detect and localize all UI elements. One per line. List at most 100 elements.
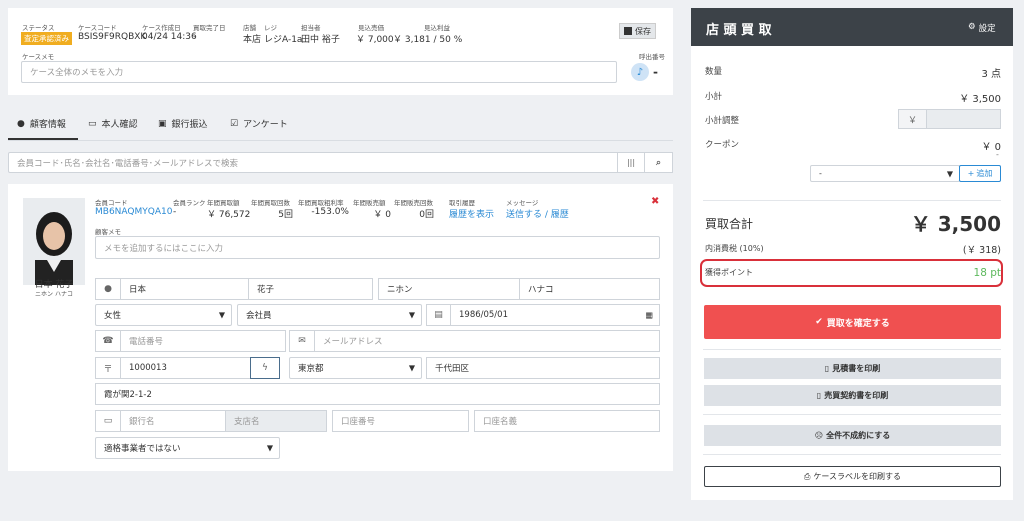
tax-label: 内消費税 (10%) <box>705 244 764 253</box>
message-link[interactable]: 送信する / 履歴 <box>506 207 569 220</box>
adjust-label: 小計調整 <box>705 116 740 126</box>
status-badge: 査定承認済み <box>21 32 72 45</box>
search-placeholder: 会員コード･氏名･会社名･電話番号･メールアドレスで検索 <box>17 158 239 169</box>
print-case-label-button[interactable]: ⎙ ケースラベルを印刷する <box>704 466 1001 487</box>
points-value: 18 pt <box>973 267 1001 279</box>
fail-all-button[interactable]: ☹ 全件不成約にする <box>704 425 1001 446</box>
register-panel: 店 頭 買 取 ⚙ 設定 数量 3 点 小計 ￥ 3,500 小計調整 ￥ クーポ… <box>691 8 1013 500</box>
fail-all-label: 全件不成約にする <box>826 431 891 440</box>
birthday-input[interactable]: 1986/05/01 ▦ <box>450 304 660 326</box>
last-kana-input[interactable]: ニホン <box>378 278 520 300</box>
member-type-value: 会社員 <box>246 311 272 321</box>
sales-amount-value: ￥ 0 <box>373 210 391 220</box>
profit-est-value: ￥ 3,181 / 50 % <box>393 35 463 45</box>
last-kana-value: ニホン <box>387 285 413 295</box>
print-estimate-button[interactable]: ▯ 見積書を印刷 <box>704 358 1001 379</box>
rank-value: - <box>173 207 177 217</box>
divider <box>703 454 1001 455</box>
first-name-value: 花子 <box>257 285 275 295</box>
customer-memo-input[interactable]: メモを追加するにはここに入力 <box>95 236 660 259</box>
case-memo-input[interactable]: ケース全体のメモを入力 <box>21 61 617 83</box>
bank-name-input[interactable]: 銀行名 <box>120 410 226 432</box>
coupon-dash: - <box>996 150 999 159</box>
tab-divider <box>8 140 673 141</box>
store-value: 本店 <box>243 35 262 45</box>
address-value: 霞が関2-1-2 <box>104 390 152 400</box>
postal-code-input[interactable]: 1000013 <box>120 357 251 379</box>
tax-value: (￥ 318) <box>962 245 1001 256</box>
checklist-icon: ☑ <box>230 118 239 129</box>
member-code-link[interactable]: MB6NAQMYQA10 <box>95 207 172 217</box>
profit-est-label: 見込利益 <box>424 24 450 32</box>
email-input[interactable]: メールアドレス <box>314 330 660 352</box>
last-name-input[interactable]: 日本 <box>120 278 249 300</box>
subtotal-value: ￥ 3,500 <box>959 94 1001 105</box>
call-number-label: 呼出番号 <box>639 53 665 61</box>
history-label: 取引履歴 <box>449 199 475 207</box>
first-kana-input[interactable]: ハナコ <box>519 278 660 300</box>
customer-memo-placeholder: メモを追加するにはここに入力 <box>104 243 224 254</box>
history-link[interactable]: 履歴を表示 <box>449 207 494 220</box>
register-title: 店 頭 買 取 <box>706 23 772 38</box>
bell-icon[interactable]: ♪ <box>631 63 649 81</box>
settings-label: 設定 <box>978 24 996 34</box>
print-label-label: ケースラベルを印刷する <box>813 472 901 481</box>
customer-memo-label: 顧客メモ <box>95 228 121 236</box>
tab-survey[interactable]: ☑ アンケート <box>230 117 288 131</box>
search-icon[interactable]: ⌕ <box>644 152 673 173</box>
branch-name-input: 支店名 <box>225 410 327 432</box>
confirm-purchase-button[interactable]: ✔ 買取を確定する <box>704 305 1001 339</box>
plus-icon: + <box>967 169 975 178</box>
barcode-icon[interactable]: ||| <box>617 152 645 173</box>
postal-value: 1000013 <box>129 363 167 373</box>
save-button[interactable]: 保存 <box>619 23 656 39</box>
save-label: 保存 <box>635 26 651 36</box>
phone-placeholder: 電話番号 <box>129 337 164 347</box>
customer-search-input[interactable]: 会員コード･氏名･会社名･電話番号･メールアドレスで検索 <box>8 152 618 173</box>
adjust-input[interactable] <box>926 109 1001 129</box>
branch-placeholder: 支店名 <box>234 417 260 427</box>
gear-icon: ⚙ <box>968 22 976 32</box>
staff-value: 田中 裕子 <box>301 35 340 45</box>
phone-input[interactable]: 電話番号 <box>120 330 286 352</box>
pdf-icon: ▯ <box>816 391 822 400</box>
annual-amount-label: 年間買取額 <box>207 199 240 207</box>
add-coupon-button[interactable]: + 追加 <box>959 165 1001 182</box>
account-number-input[interactable]: 口座番号 <box>332 410 469 432</box>
invoice-status-select[interactable]: 適格事業者ではない ▼ <box>95 437 280 459</box>
lightning-icon[interactable]: ϟ <box>250 357 280 379</box>
sales-count-label: 年間販売回数 <box>394 199 433 207</box>
case-code-label: ケースコード <box>78 24 117 32</box>
user-icon: ● <box>17 118 25 129</box>
city-input[interactable]: 千代田区 <box>426 357 660 379</box>
qty-value: 3 点 <box>981 69 1001 80</box>
points-label: 獲得ポイント <box>705 268 753 277</box>
envelope-icon: ✉ <box>289 330 315 352</box>
member-type-select[interactable]: 会社員 ▼ <box>237 304 422 326</box>
tab-identity[interactable]: ▭ 本人確認 <box>88 117 138 131</box>
holder-placeholder: 口座名義 <box>483 417 518 427</box>
chevron-down-icon: ▼ <box>218 310 225 320</box>
close-icon[interactable]: ✖ <box>651 196 659 207</box>
settings-button[interactable]: ⚙ 設定 <box>968 22 996 34</box>
tab-customer-info[interactable]: ● 顧客情報 <box>17 117 66 131</box>
chevron-down-icon: ▼ <box>408 310 415 320</box>
completed-label: 買取完了日 <box>193 24 226 32</box>
pdf-icon: ▯ <box>824 364 830 373</box>
address-input[interactable]: 霞が関2-1-2 <box>95 383 660 405</box>
gender-select[interactable]: 女性 ▼ <box>95 304 232 326</box>
first-name-input[interactable]: 花子 <box>248 278 373 300</box>
money-icon: ▣ <box>158 118 167 129</box>
print-contract-button[interactable]: ▯ 売買契約書を印刷 <box>704 385 1001 406</box>
qty-label: 数量 <box>705 67 723 77</box>
staff-label: 担当者 <box>301 24 321 32</box>
prefecture-select[interactable]: 東京都 ▼ <box>289 357 422 379</box>
person-icon: ● <box>95 278 121 300</box>
register-label: レジ <box>264 24 277 32</box>
chevron-down-icon: ▼ <box>266 443 273 453</box>
coupon-select[interactable]: - ▼ <box>810 165 960 182</box>
save-icon <box>624 27 632 35</box>
print-contract-label: 売買契約書を印刷 <box>824 391 889 400</box>
account-holder-input[interactable]: 口座名義 <box>474 410 660 432</box>
tab-bank-transfer[interactable]: ▣ 銀行振込 <box>158 117 208 131</box>
